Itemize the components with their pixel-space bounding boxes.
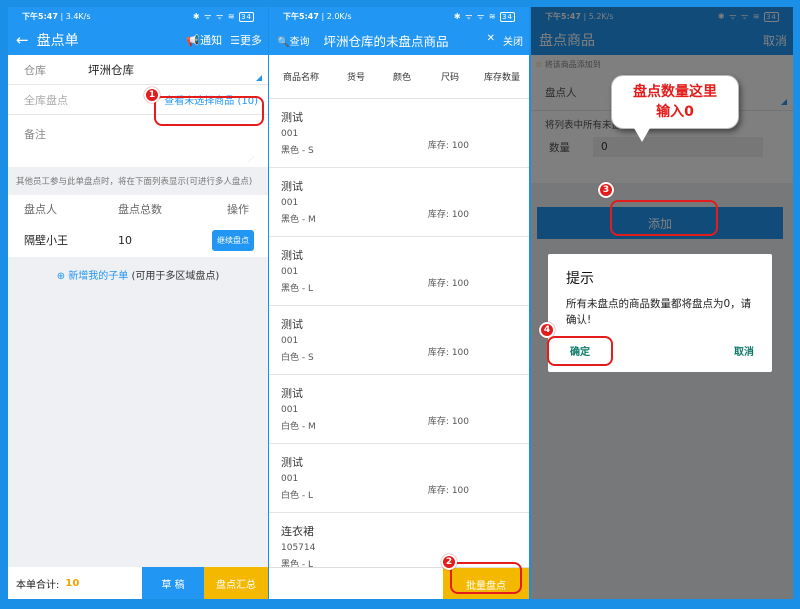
multi-user-hint: 其他员工参与此单盘点时，将在下面列表显示(可进行多人盘点) bbox=[16, 177, 253, 187]
continue-stocktake-button[interactable]: 继续盘点 bbox=[212, 229, 254, 251]
search-icon: 🔍 bbox=[277, 36, 290, 48]
step-badge-2: 2 bbox=[441, 554, 457, 570]
participant-total: 10 bbox=[118, 233, 132, 247]
plus-circle-icon: ⊕ bbox=[56, 271, 66, 282]
note-label: 备注 bbox=[24, 128, 46, 141]
step-badge-3: 3 bbox=[598, 182, 614, 198]
list-item[interactable]: 测试 001 白色 - M 库存: 100 bbox=[269, 375, 529, 444]
status-bar: 下午5:47 | 3.4K/s ✱ ᯤ ᯤ ≋ 34 bbox=[8, 7, 268, 25]
participant-name: 隔壁小王 bbox=[24, 234, 68, 247]
notify-button[interactable]: 📢通知 bbox=[186, 32, 222, 48]
table-row: 隔壁小王 10 继续盘点 bbox=[8, 223, 268, 257]
megaphone-icon: 📢 bbox=[186, 34, 201, 47]
battery-icon: 34 bbox=[239, 11, 254, 22]
list-header: 商品名称 货号 颜色 尺码 库存数量 bbox=[269, 55, 529, 99]
status-speed: 3.4K/s bbox=[65, 11, 91, 21]
list-item[interactable]: 测试 001 黑色 - L 库存: 100 bbox=[269, 237, 529, 306]
bottom-bar: 本单合计: 10 草 稿 盘点汇总 bbox=[8, 567, 268, 599]
summary-button[interactable]: 盘点汇总 bbox=[204, 567, 268, 599]
screen-unstocked-items: 下午5:47 | 2.0K/s ✱ ᯤ ᯤ ≋ 34 🔍查询 坪洲仓库的未盘点商… bbox=[269, 7, 529, 599]
dialog-message: 所有未盘点的商品数量都将盘点为0，请确认! bbox=[566, 298, 752, 326]
draft-button[interactable]: 草 稿 bbox=[142, 567, 204, 599]
warehouse-field[interactable]: 仓库 坪洲仓库 bbox=[8, 55, 268, 85]
add-child-order-link[interactable]: ⊕ 新增我的子单 (可用于多区域盘点) bbox=[8, 257, 268, 292]
warehouse-label: 仓库 bbox=[24, 63, 46, 77]
callout-frame-2 bbox=[450, 562, 522, 594]
dialog-title: 提示 bbox=[566, 271, 594, 287]
signal-icon: ✱ ᯤ ᯤ ≋ bbox=[453, 11, 497, 21]
close-button[interactable]: ✕ 关闭 bbox=[487, 33, 523, 48]
callout-frame-1 bbox=[154, 96, 264, 126]
battery-icon: 34 bbox=[500, 11, 515, 22]
callout-frame-3 bbox=[610, 200, 718, 236]
order-total: 本单合计: 10 bbox=[16, 577, 80, 591]
order-total-value: 10 bbox=[65, 577, 80, 589]
back-arrow-icon[interactable]: ← bbox=[16, 31, 29, 49]
item-list: 测试 001 黑色 - S 库存: 100 测试 001 黑色 - M 库存: 100 测试… bbox=[269, 99, 529, 582]
app-bar: 🔍查询 坪洲仓库的未盘点商品 ✕ 关闭 bbox=[269, 25, 529, 55]
page-title: 坪洲仓库的未盘点商品 bbox=[323, 33, 449, 49]
menu-icon: ☰ bbox=[230, 34, 240, 47]
screen-stocktake-items: 下午5:47 | 5.2K/s ✱ ᯤ ᯤ ≋ 34 盘点商品 取消 ☆ 将该商… bbox=[531, 7, 793, 599]
signal-icon: ✱ ᯤ ᯤ ≋ bbox=[192, 11, 236, 21]
full-stock-label: 全库盘点 bbox=[24, 93, 68, 107]
participants-table: 盘点人 盘点总数 操作 隔壁小王 10 继续盘点 bbox=[8, 195, 268, 257]
list-item[interactable]: 测试 001 黑色 - M 库存: 100 bbox=[269, 168, 529, 237]
app-bar: ← 盘点单 📢通知 ☰更多 bbox=[8, 25, 268, 55]
callout-frame-4 bbox=[547, 336, 613, 366]
table-header: 盘点人 盘点总数 操作 bbox=[24, 203, 249, 216]
close-icon: ✕ bbox=[486, 32, 495, 44]
page-title: 盘点单 bbox=[36, 33, 79, 49]
status-time: 下午5:47 bbox=[22, 11, 58, 21]
warehouse-value: 坪洲仓库 bbox=[88, 62, 134, 77]
step-badge-4: 4 bbox=[539, 322, 555, 338]
status-bar: 下午5:47 | 2.0K/s ✱ ᯤ ᯤ ≋ 34 bbox=[269, 7, 529, 25]
instruction-tooltip: 盘点数量这里 输入0 bbox=[611, 75, 739, 142]
dialog-cancel-button[interactable]: 取消 bbox=[734, 343, 754, 358]
more-button[interactable]: ☰更多 bbox=[230, 32, 262, 48]
list-item[interactable]: 测试 001 黑色 - S 库存: 100 bbox=[269, 99, 529, 168]
step-badge-1: 1 bbox=[144, 87, 160, 103]
list-item[interactable]: 测试 001 白色 - S 库存: 100 bbox=[269, 306, 529, 375]
list-item[interactable]: 测试 001 白色 - L 库存: 100 bbox=[269, 444, 529, 513]
query-button[interactable]: 🔍查询 bbox=[277, 33, 309, 48]
dropdown-corner-icon bbox=[256, 75, 262, 81]
